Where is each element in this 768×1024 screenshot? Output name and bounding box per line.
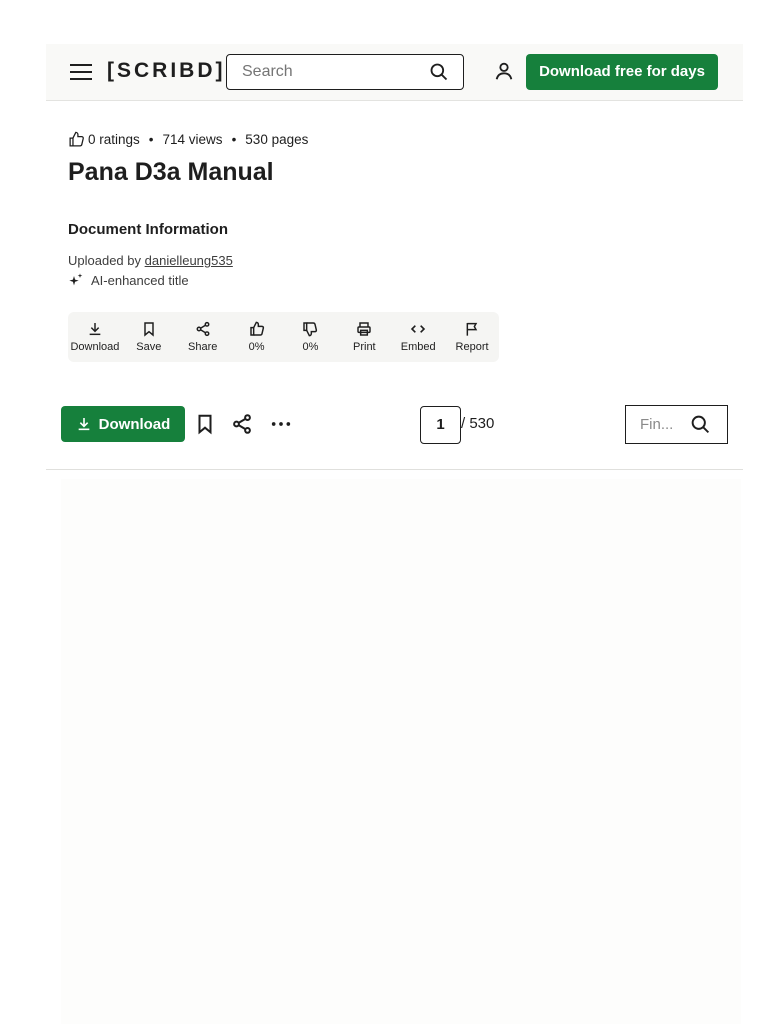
search-input[interactable]	[227, 55, 432, 89]
uploader-link[interactable]: danielleung535	[145, 253, 233, 268]
action-label: Save	[136, 341, 162, 353]
action-print[interactable]: Print	[337, 312, 391, 362]
user-icon[interactable]	[493, 60, 515, 82]
ai-enhanced-note: AI-enhanced title	[68, 272, 189, 288]
ratings-count: 0 ratings	[88, 132, 140, 147]
menu-icon[interactable]	[70, 64, 92, 80]
separator-dot: •	[231, 132, 237, 147]
download-free-button[interactable]: Download free for days	[526, 54, 718, 90]
download-button-label: Download	[98, 415, 171, 433]
upvote-percent: 0%	[248, 341, 265, 353]
action-downvote[interactable]: 0%	[284, 312, 338, 362]
download-button[interactable]: Download	[61, 406, 185, 442]
site-header: [SCRIBD] Download free for days	[46, 44, 743, 101]
bookmark-icon[interactable]	[194, 413, 216, 435]
action-embed[interactable]: Embed	[391, 312, 445, 362]
find-box[interactable]	[625, 405, 728, 444]
action-save[interactable]: Save	[122, 312, 176, 362]
downvote-percent: 0%	[302, 341, 319, 353]
uploader-line: Uploaded by danielleung535	[68, 253, 233, 268]
search-icon[interactable]	[429, 62, 449, 82]
action-label: Download	[70, 341, 120, 353]
flag-icon	[466, 322, 478, 336]
thumbs-down-icon	[303, 322, 318, 337]
search-box[interactable]	[226, 54, 464, 90]
action-label: Share	[188, 341, 218, 353]
share-icon	[196, 321, 210, 337]
search-icon[interactable]	[690, 414, 711, 435]
download-icon	[78, 418, 89, 431]
document-title: Pana D3a Manual	[68, 158, 274, 186]
scribd-logo[interactable]: [SCRIBD]	[107, 59, 226, 83]
share-icon[interactable]	[231, 413, 253, 435]
action-report[interactable]: Report	[445, 312, 499, 362]
views-count: 714 views	[162, 132, 223, 147]
page-number-input[interactable]: 1	[420, 406, 461, 444]
sparkle-icon	[69, 273, 83, 286]
action-label: Report	[455, 341, 489, 353]
printer-icon	[357, 322, 372, 336]
action-download[interactable]: Download	[68, 312, 122, 362]
download-icon	[89, 323, 101, 336]
document-page-preview	[61, 479, 741, 1024]
uploaded-by-label: Uploaded by	[68, 253, 141, 268]
action-share[interactable]: Share	[176, 312, 230, 362]
separator-dot: •	[148, 132, 154, 147]
more-options-icon[interactable]	[270, 413, 292, 435]
action-label: Print	[353, 341, 376, 353]
action-upvote[interactable]: 0%	[230, 312, 284, 362]
find-input[interactable]	[626, 406, 698, 443]
pages-count: 530 pages	[245, 132, 309, 147]
page-total: / 530	[461, 415, 495, 432]
ai-enhanced-label: AI-enhanced title	[91, 272, 189, 288]
document-actions-bar: Download Save Share 0% 0% Print Embed Re…	[68, 312, 499, 362]
thumbs-up-icon	[249, 321, 264, 336]
code-icon	[411, 325, 426, 333]
document-info-heading: Document Information	[68, 221, 228, 238]
action-label: Embed	[400, 341, 436, 353]
thumbs-up-icon	[69, 131, 84, 147]
document-stats: 0 ratings • 714 views • 530 pages	[68, 131, 308, 148]
toolbar-divider	[46, 469, 743, 470]
bookmark-icon	[144, 322, 154, 337]
